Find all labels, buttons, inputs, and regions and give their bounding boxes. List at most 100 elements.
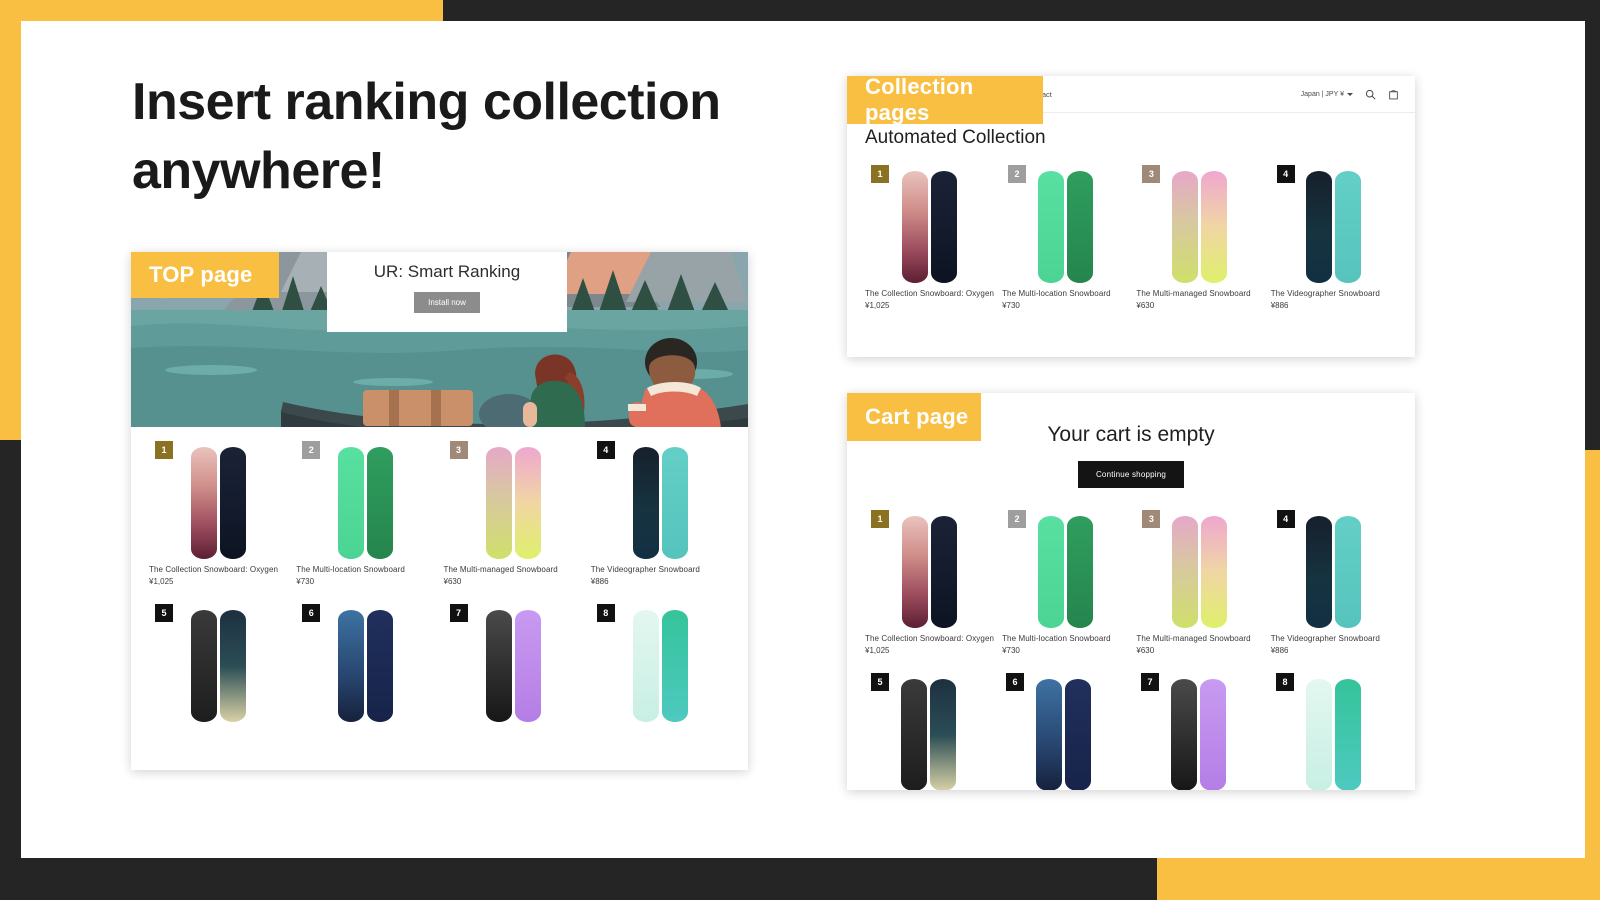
rank-badge: 6 — [1006, 673, 1024, 691]
frame-dark-right — [1585, 0, 1600, 450]
section-tag-top-page: TOP page — [131, 252, 279, 298]
product-name: The Collection Snowboard: Oxygen — [865, 289, 995, 298]
product-card[interactable]: 2 The Multi-location Snowboard ¥730 — [1002, 510, 1128, 659]
product-card[interactable]: 5 — [865, 673, 992, 790]
product-card[interactable]: 8 — [591, 604, 730, 726]
snowboard-back — [1335, 679, 1361, 790]
product-card[interactable]: 4 The Videographer Snowboard ¥886 — [591, 441, 730, 590]
app-promo-title: UR: Smart Ranking — [373, 262, 521, 281]
product-card[interactable]: 3 The Multi-managed Snowboard ¥630 — [1136, 165, 1262, 314]
cart-page-preview-panel: Your cart is empty Continue shopping 1 Th… — [847, 393, 1415, 790]
cart-ranking-grid-row1: 1 The Collection Snowboard: Oxygen ¥1,025 2… — [847, 488, 1415, 659]
snowboard-back — [661, 447, 688, 559]
search-icon[interactable] — [1365, 89, 1376, 100]
product-name: The Collection Snowboard: Oxygen — [149, 565, 279, 574]
snowboard-back — [367, 447, 394, 559]
product-card[interactable]: 2 The Multi-location Snowboard ¥730 — [1002, 165, 1128, 314]
snowboard-front — [902, 171, 929, 283]
snowboard-back — [1066, 516, 1093, 628]
snowboard-back — [930, 679, 956, 790]
rank-badge: 5 — [155, 604, 173, 622]
section-tag-cart-page: Cart page — [847, 393, 981, 441]
snowboard-back — [1200, 679, 1226, 790]
product-card[interactable]: 5 — [149, 604, 288, 726]
product-price: ¥730 — [1002, 301, 1020, 310]
snowboard-front — [1172, 516, 1199, 628]
frame-accent-bottom — [1157, 858, 1600, 900]
product-card[interactable]: 6 — [296, 604, 435, 726]
rank-badge: 2 — [302, 441, 321, 459]
chevron-down-icon — [1347, 92, 1353, 96]
product-card[interactable]: 1 The Collection Snowboard: Oxygen ¥1,025 — [149, 441, 288, 590]
rank-badge: 3 — [1142, 165, 1161, 183]
snowboard-front — [632, 447, 659, 559]
product-name: The Videographer Snowboard — [1270, 634, 1380, 643]
product-card[interactable]: 4 The Videographer Snowboard ¥886 — [1271, 510, 1397, 659]
currency-selector[interactable]: Japan | JPY ¥ — [1301, 91, 1353, 98]
snowboard-front — [902, 516, 929, 628]
snowboard-back — [1201, 516, 1228, 628]
snowboard-front — [1306, 679, 1332, 790]
collection-ranking-grid: 1 The Collection Snowboard: Oxygen ¥1,025 2… — [847, 151, 1415, 314]
product-name: The Videographer Snowboard — [590, 565, 700, 574]
frame-accent-left — [0, 0, 21, 440]
snowboard-front — [485, 447, 512, 559]
rank-badge: 2 — [1008, 510, 1027, 528]
product-card[interactable]: 3 The Multi-managed Snowboard ¥630 — [1136, 510, 1262, 659]
install-now-button[interactable]: Install now — [414, 292, 480, 313]
snowboard-back — [931, 516, 958, 628]
snowboard-front — [191, 610, 218, 722]
product-price: ¥630 — [1136, 301, 1155, 310]
product-name: The Multi-location Snowboard — [1002, 634, 1111, 643]
product-price: ¥730 — [296, 577, 315, 586]
product-card[interactable]: 1 The Collection Snowboard: Oxygen ¥1,025 — [865, 510, 994, 659]
product-price: ¥1,025 — [149, 577, 174, 586]
snowboard-back — [1066, 171, 1093, 283]
rank-badge: 4 — [1276, 165, 1295, 183]
snowboard-back — [1065, 679, 1091, 790]
snowboard-back — [1201, 171, 1228, 283]
product-price: ¥886 — [1270, 301, 1289, 310]
product-price: ¥886 — [1270, 646, 1289, 655]
top-page-ranking-grid-row1: 1 The Collection Snowboard: Oxygen ¥1,025 2… — [131, 427, 748, 590]
rank-badge: 6 — [302, 604, 321, 622]
product-card[interactable]: 3 The Multi-managed Snowboard ¥630 — [444, 441, 583, 590]
product-card[interactable]: 1 The Collection Snowboard: Oxygen ¥1,025 — [865, 165, 994, 314]
rank-badge: 1 — [871, 510, 889, 528]
app-promo-card: UR: Smart Ranking Install now — [327, 252, 567, 332]
rank-badge: 7 — [1141, 673, 1159, 691]
snowboard-back — [1335, 516, 1362, 628]
snowboard-front — [1172, 171, 1199, 283]
page-title: Insert ranking collection anywhere! — [132, 73, 721, 200]
product-card[interactable]: 4 The Videographer Snowboard ¥886 — [1271, 165, 1397, 314]
continue-shopping-button[interactable]: Continue shopping — [1077, 461, 1185, 488]
cart-icon[interactable] — [1388, 89, 1399, 100]
frame-accent-right — [1585, 450, 1600, 900]
product-name: The Collection Snowboard: Oxygen — [865, 634, 995, 643]
product-name: The Multi-managed Snowboard — [443, 565, 558, 574]
product-price: ¥730 — [1002, 646, 1020, 655]
product-card[interactable]: 8 — [1270, 673, 1397, 790]
top-page-ranking-grid-row2: 5 6 7 8 — [131, 590, 748, 726]
product-name: The Multi-location Snowboard — [296, 565, 405, 574]
product-card[interactable]: 6 — [1000, 673, 1127, 790]
product-card[interactable]: 7 — [444, 604, 583, 726]
snowboard-back — [514, 447, 541, 559]
snowboard-front — [191, 447, 218, 559]
snowboard-front — [338, 447, 365, 559]
product-name: The Multi-managed Snowboard — [1136, 634, 1251, 643]
frame-dark-top — [443, 0, 1600, 21]
snowboard-front — [1037, 171, 1064, 283]
snowboard-back — [514, 610, 541, 722]
product-price: ¥630 — [1136, 646, 1155, 655]
snowboard-front — [1037, 516, 1064, 628]
rank-badge: 1 — [155, 441, 173, 459]
product-card[interactable]: 7 — [1135, 673, 1262, 790]
cart-ranking-grid-row2: 5 6 7 8 — [847, 659, 1415, 790]
product-card[interactable]: 2 The Multi-location Snowboard ¥730 — [296, 441, 435, 590]
rank-badge: 3 — [1142, 510, 1161, 528]
shop-header-actions: Japan | JPY ¥ — [1301, 89, 1399, 100]
snowboard-front — [485, 610, 512, 722]
snowboard-back — [1335, 171, 1362, 283]
snowboard-back — [220, 610, 247, 722]
